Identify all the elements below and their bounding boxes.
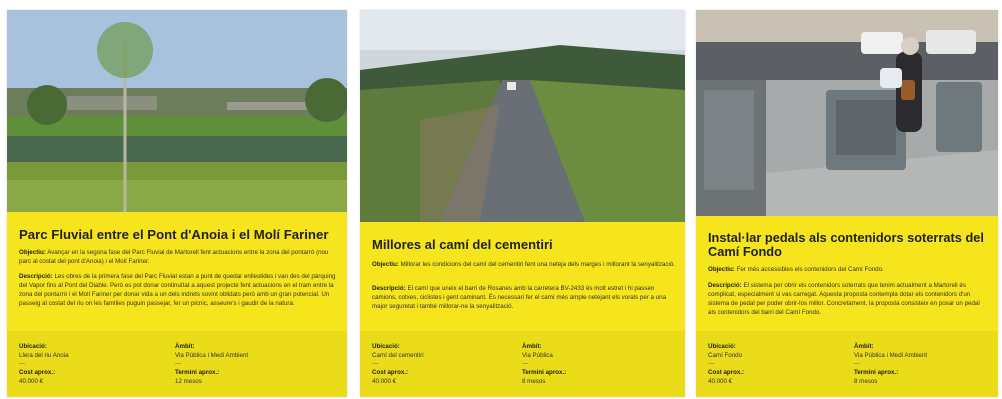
divider-dash: —	[372, 360, 379, 368]
card-description: Descripció: Les obres de la primera fase…	[19, 273, 337, 309]
card-description: Descripció: El camí que uneix el barri d…	[372, 285, 675, 312]
location-label: Ubicació:	[372, 343, 400, 350]
card-objective: Objectiu: Millorar les condicions del ca…	[372, 261, 675, 270]
description-text: Les obres de la primera fase del Parc Fl…	[19, 273, 336, 307]
card-title: Instal·lar pedals als contenidors soterr…	[708, 230, 984, 260]
location-value: Camí Fondo	[708, 351, 743, 359]
location-block: Ubicació: Camí del cementiri — Cost apro…	[372, 343, 424, 386]
divider-dash: —	[522, 360, 529, 368]
location-label: Ubicació:	[19, 343, 47, 350]
objective-label: Objectiu:	[708, 266, 735, 273]
description-label: Descripció:	[708, 282, 742, 289]
divider-dash: —	[708, 360, 715, 368]
scope-block: Àmbit: Via Pública i Medi Ambient — Term…	[854, 343, 927, 386]
term-value: 8 mesos	[854, 377, 878, 385]
scope-value: Via Pública i Medi Ambient	[854, 351, 928, 359]
location-value: Llera del riu Anoia	[19, 351, 69, 359]
cost-value: 40.000 €	[19, 377, 44, 385]
location-label: Ubicació:	[708, 343, 736, 350]
card-details: Ubicació: Llera del riu Anoia — Cost apr…	[7, 331, 347, 397]
river-park-photo	[7, 10, 347, 212]
scope-label: Àmbit:	[854, 343, 874, 350]
card-details: Ubicació: Camí Fondo — Cost aprox.: 40.0…	[696, 331, 998, 397]
scope-label: Àmbit:	[522, 343, 542, 350]
proposal-card-cemetery-road[interactable]: Millores al camí del cementiri Objectiu:…	[360, 10, 685, 397]
scope-block: Àmbit: Via Pública i Medi Ambient — Term…	[175, 343, 248, 386]
cost-value: 40.000 €	[372, 377, 397, 385]
term-label: Termini aprox.:	[854, 369, 899, 377]
proposal-card-river-park[interactable]: Parc Fluvial entre el Pont d'Anoia i el …	[7, 10, 347, 397]
scope-value: Via Pública i Medi Ambient	[175, 351, 249, 359]
cemetery-road-photo	[360, 10, 685, 222]
term-value: 12 mesos	[175, 377, 202, 385]
scope-block: Àmbit: Via Pública — Termini aprox.: 8 m…	[522, 343, 566, 386]
divider-dash: —	[175, 360, 182, 368]
card-title: Millores al camí del cementiri	[372, 237, 553, 252]
objective-text: Fer més accessibles els contenidors del …	[736, 266, 884, 273]
cost-label: Cost aprox.:	[19, 369, 56, 377]
card-objective: Objectiu: Fer més accessibles els conten…	[708, 266, 988, 275]
scope-label: Àmbit:	[175, 343, 195, 350]
cost-label: Cost aprox.:	[372, 369, 409, 377]
term-label: Termini aprox.:	[522, 369, 567, 377]
card-description: Descripció: El sistema per obrir els con…	[708, 282, 988, 318]
location-value: Camí del cementiri	[372, 351, 424, 359]
description-text: El camí que uneix el barri de Rosanes am…	[372, 285, 667, 310]
cost-value: 40.000 €	[708, 377, 733, 385]
description-text: El sistema per obrir els contenidors sot…	[708, 282, 980, 316]
objective-text: Millorar les condicions del camí del cem…	[400, 261, 675, 268]
objective-label: Objectiu:	[372, 261, 399, 268]
objective-label: Objectiu:	[19, 249, 46, 256]
card-objective: Objectiu: Avançar en la segona fase del …	[19, 249, 337, 267]
description-label: Descripció:	[372, 285, 406, 292]
card-details: Ubicació: Camí del cementiri — Cost apro…	[360, 331, 685, 397]
card-title: Parc Fluvial entre el Pont d'Anoia i el …	[19, 227, 329, 242]
term-label: Termini aprox.:	[175, 369, 220, 377]
divider-dash: —	[854, 360, 861, 368]
underground-containers-photo	[696, 10, 998, 216]
scope-value: Via Pública	[522, 351, 553, 359]
objective-text: Avançar en la segona fase del Parc Fluvi…	[19, 249, 329, 265]
proposal-card-containers[interactable]: Instal·lar pedals als contenidors soterr…	[696, 10, 998, 397]
description-label: Descripció:	[19, 273, 53, 280]
location-block: Ubicació: Llera del riu Anoia — Cost apr…	[19, 343, 69, 386]
cost-label: Cost aprox.:	[708, 369, 745, 377]
term-value: 8 mesos	[522, 377, 546, 385]
location-block: Ubicació: Camí Fondo — Cost aprox.: 40.0…	[708, 343, 744, 386]
divider-dash: —	[19, 360, 26, 368]
